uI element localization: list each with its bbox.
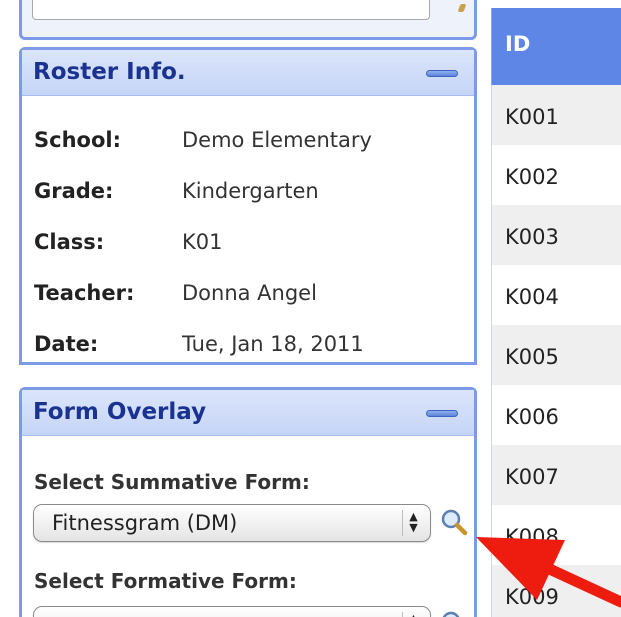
id-table: ID K001 K002 K003 K004 K005 K006 K007 K0… bbox=[491, 8, 621, 617]
upper-panel-remnant bbox=[19, 0, 477, 40]
school-label: School: bbox=[34, 128, 121, 152]
formative-form-select[interactable]: ▲▼ bbox=[33, 606, 431, 617]
class-value: K01 bbox=[182, 230, 223, 254]
table-row[interactable]: K001 bbox=[491, 85, 621, 145]
class-label: Class: bbox=[34, 230, 105, 254]
id-column-header[interactable]: ID bbox=[491, 8, 621, 85]
roster-info-panel: Roster Info. School: Demo Elementary Gra… bbox=[19, 47, 477, 365]
school-value: Demo Elementary bbox=[182, 128, 372, 152]
grade-value: Kindergarten bbox=[182, 179, 319, 203]
teacher-label: Teacher: bbox=[34, 281, 135, 305]
left-sidebar: Roster Info. School: Demo Elementary Gra… bbox=[19, 0, 477, 617]
upper-panel-field[interactable] bbox=[32, 0, 430, 20]
upper-panel-icon bbox=[457, 4, 467, 12]
up-down-arrows-icon: ▲▼ bbox=[402, 510, 424, 536]
date-value: Tue, Jan 18, 2011 bbox=[182, 332, 364, 356]
grade-label: Grade: bbox=[34, 179, 114, 203]
form-overlay-panel: Form Overlay Select Summative Form: Fitn… bbox=[19, 387, 477, 617]
formative-form-label: Select Formative Form: bbox=[34, 569, 297, 593]
table-row[interactable]: K008 bbox=[491, 505, 621, 565]
collapse-icon[interactable] bbox=[426, 410, 458, 417]
summative-form-select[interactable]: Fitnessgram (DM) ▲ ▼ bbox=[33, 504, 431, 542]
table-row[interactable]: K005 bbox=[491, 325, 621, 385]
summative-form-label: Select Summative Form: bbox=[34, 470, 310, 494]
table-row[interactable]: K006 bbox=[491, 385, 621, 445]
magnifier-icon[interactable] bbox=[439, 609, 469, 617]
roster-info-title: Roster Info. bbox=[33, 59, 186, 85]
magnifier-icon[interactable] bbox=[439, 507, 469, 537]
date-label: Date: bbox=[34, 332, 99, 356]
table-row[interactable]: K007 bbox=[491, 445, 621, 505]
roster-info-header: Roster Info. bbox=[22, 50, 474, 96]
summative-form-value: Fitnessgram (DM) bbox=[52, 511, 238, 535]
teacher-value: Donna Angel bbox=[182, 281, 317, 305]
form-overlay-header: Form Overlay bbox=[22, 390, 474, 436]
table-row[interactable]: K003 bbox=[491, 205, 621, 265]
form-overlay-title: Form Overlay bbox=[33, 399, 207, 425]
table-row[interactable]: K002 bbox=[491, 145, 621, 205]
up-down-arrows-icon: ▲▼ bbox=[402, 612, 424, 617]
collapse-icon[interactable] bbox=[426, 70, 458, 77]
table-row[interactable]: K004 bbox=[491, 265, 621, 325]
table-row[interactable]: K009 bbox=[491, 565, 621, 617]
